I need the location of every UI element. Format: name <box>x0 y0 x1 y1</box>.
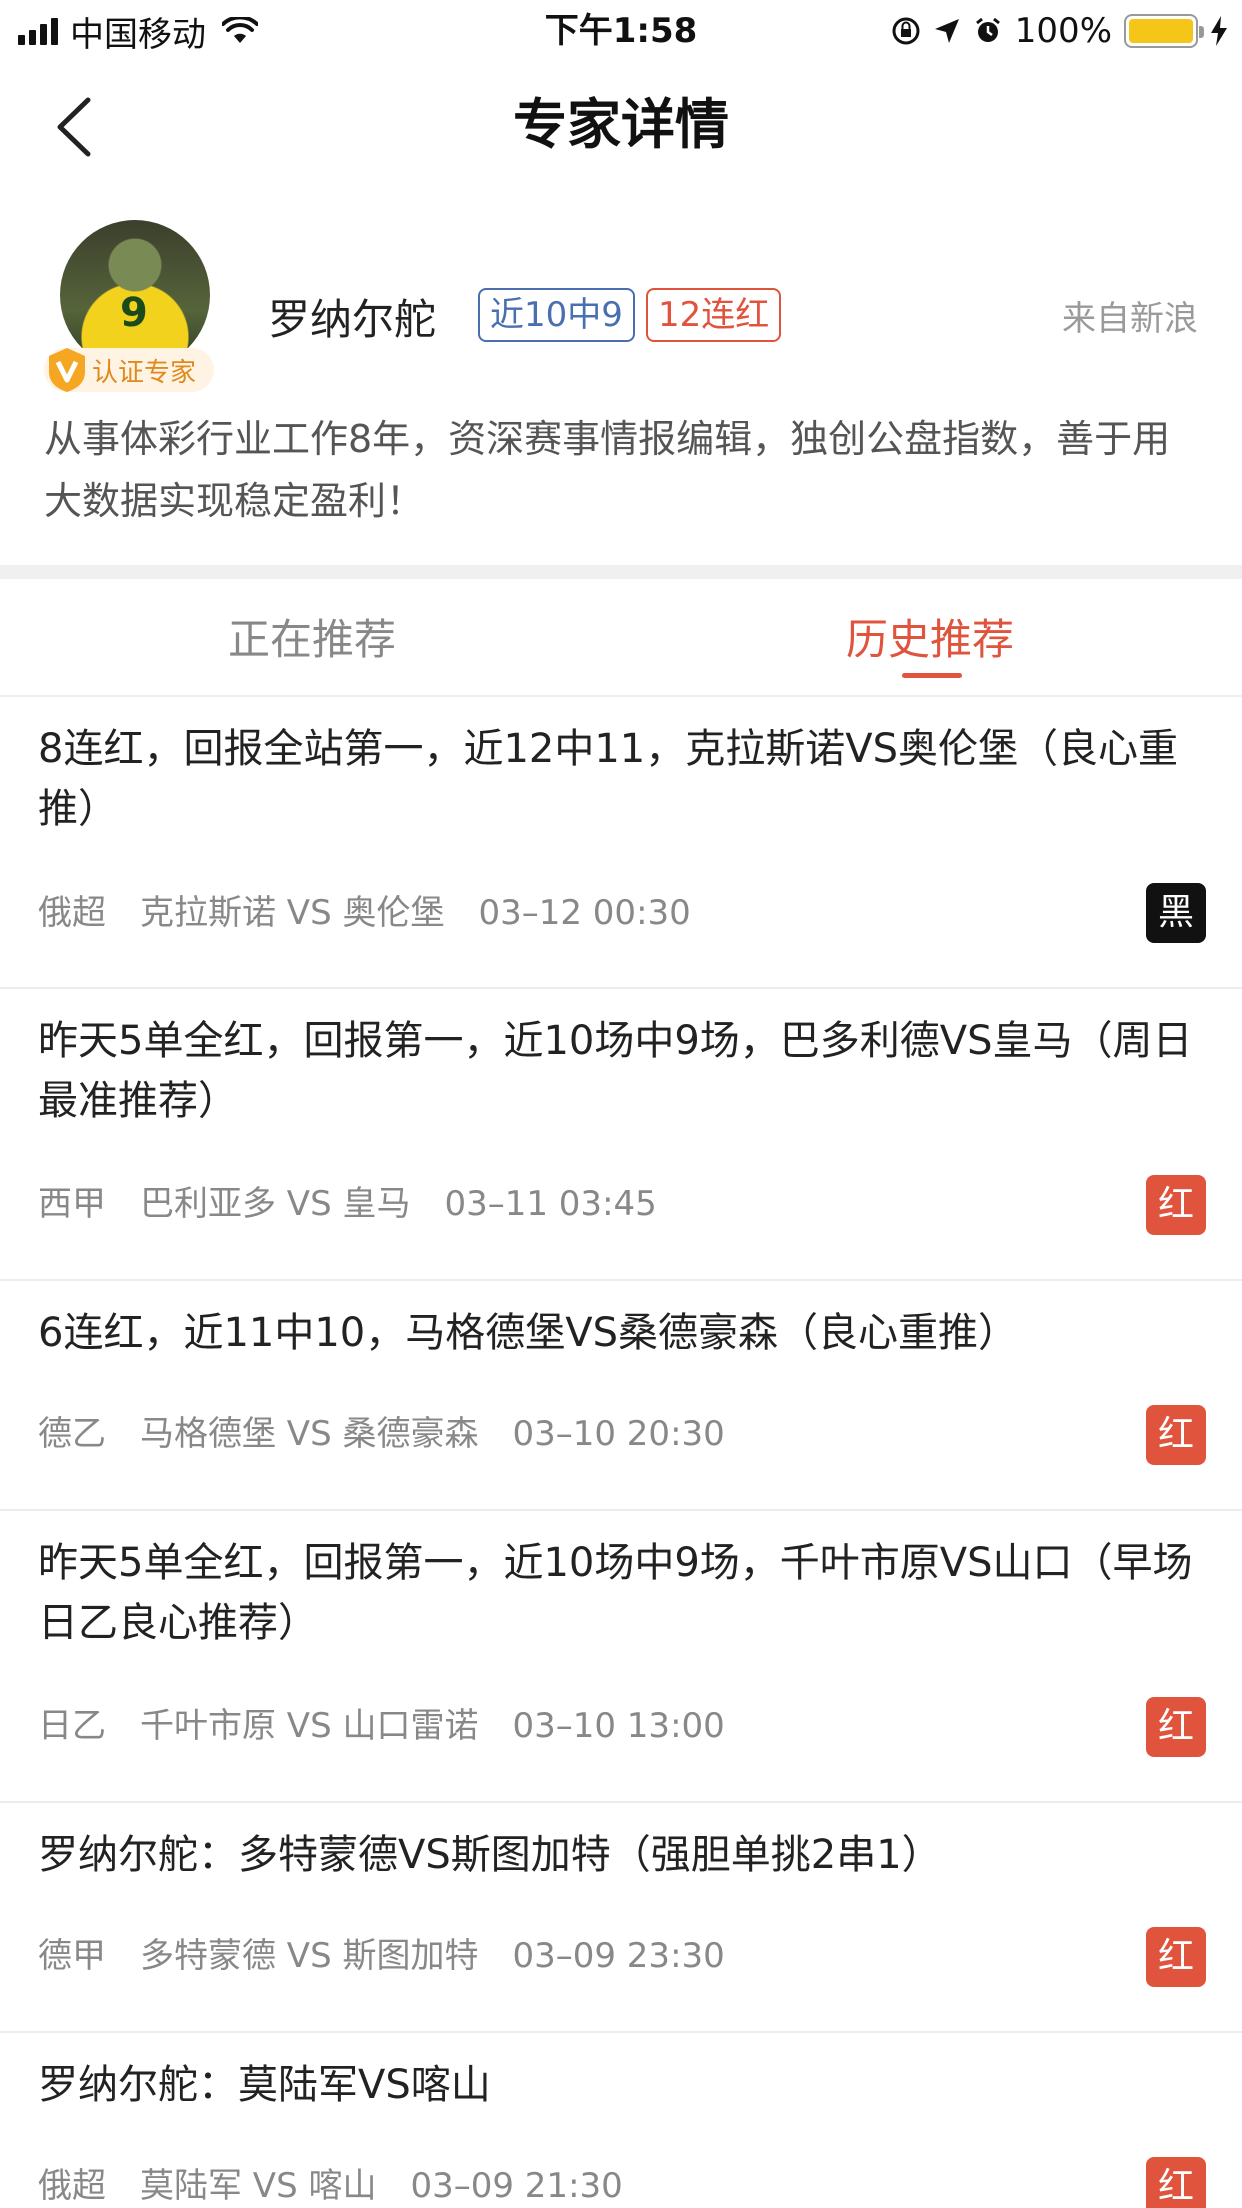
item-title: 8连红，回报全站第一，近12中11，克拉斯诺VS奥伦堡（良心重推） <box>38 726 1178 832</box>
item-match: 千叶市原 VS 山口雷诺 <box>140 1706 479 1746</box>
item-title: 昨天5单全红，回报第一，近10场中9场，巴多利德VS皇马（周日最准推荐） <box>38 1018 1193 1124</box>
item-match: 莫陆军 VS 喀山 <box>140 2166 377 2206</box>
item-match: 马格德堡 VS 桑德豪森 <box>140 1414 479 1454</box>
item-time: 03–09 21:30 <box>410 2166 623 2206</box>
hit-rate-tag: 近10中9 <box>478 288 635 342</box>
item-time: 03–11 03:45 <box>444 1184 657 1224</box>
item-match: 多特蒙德 VS 斯图加特 <box>140 1936 479 1976</box>
charging-bolt-icon <box>1211 16 1227 46</box>
battery-icon <box>1124 14 1204 48</box>
item-title: 6连红，近11中10，马格德堡VS桑德豪森（良心重推） <box>38 1310 1018 1356</box>
item-match: 克拉斯诺 VS 奥伦堡 <box>140 893 445 933</box>
item-title: 罗纳尔舵：莫陆军VS喀山 <box>38 2062 491 2108</box>
list-item[interactable]: 罗纳尔舵：多特蒙德VS斯图加特（强胆单挑2串1） 德甲 多特蒙德 VS 斯图加特 0… <box>0 1803 1242 2033</box>
item-meta: 俄超 克拉斯诺 VS 奥伦堡 03–12 00:30 <box>38 888 725 938</box>
item-meta: 德乙 马格德堡 VS 桑德豪森 03–10 20:30 <box>38 1409 759 1459</box>
list-item[interactable]: 6连红，近11中10，马格德堡VS桑德豪森（良心重推） 德乙 马格德堡 VS 桑德… <box>0 1281 1242 1511</box>
orientation-lock-icon <box>892 17 920 45</box>
page-title: 专家详情 <box>513 93 729 156</box>
result-badge: 红 <box>1146 1927 1206 1987</box>
tab-history-recommendations[interactable]: 历史推荐 <box>846 611 1014 669</box>
item-time: 03–10 20:30 <box>512 1414 725 1454</box>
certified-expert-badge: 认证专家 <box>44 348 215 392</box>
item-league: 日乙 <box>38 1706 106 1746</box>
result-badge: 红 <box>1146 2157 1206 2208</box>
item-league: 俄超 <box>38 893 106 933</box>
item-time: 03–10 13:00 <box>512 1706 725 1746</box>
source-label: 来自新浪 <box>1062 299 1198 339</box>
section-divider <box>0 565 1242 579</box>
location-icon <box>934 19 959 43</box>
item-league: 西甲 <box>38 1184 106 1224</box>
item-title: 昨天5单全红，回报第一，近10场中9场，千叶市原VS山口（早场日乙良心推荐） <box>38 1540 1193 1646</box>
list-item[interactable]: 8连红，回报全站第一，近12中11，克拉斯诺VS奥伦堡（良心重推） 俄超 克拉斯诺… <box>0 697 1242 989</box>
expert-name: 罗纳尔舵 <box>268 295 437 344</box>
alarm-icon <box>975 17 1000 42</box>
result-badge: 红 <box>1146 1405 1206 1465</box>
battery-percent: 100% <box>1014 11 1112 51</box>
list-item[interactable]: 昨天5单全红，回报第一，近10场中9场，千叶市原VS山口（早场日乙良心推荐） 日… <box>0 1511 1242 1803</box>
list-item[interactable]: 罗纳尔舵：莫陆军VS喀山 俄超 莫陆军 VS 喀山 03–09 21:30 红 <box>0 2033 1242 2208</box>
result-badge: 黑 <box>1146 883 1206 943</box>
avatar-jersey-number: 9 <box>120 290 148 336</box>
item-league: 德甲 <box>38 1936 106 1976</box>
status-right: 100% <box>891 8 1228 54</box>
item-meta: 日乙 千叶市原 VS 山口雷诺 03–10 13:00 <box>38 1701 759 1751</box>
streak-tag: 12连红 <box>646 288 782 342</box>
item-time: 03–12 00:30 <box>478 893 691 933</box>
recommendation-list: 8连红，回报全站第一，近12中11，克拉斯诺VS奥伦堡（良心重推） 俄超 克拉斯诺… <box>0 697 1242 2208</box>
item-meta: 德甲 多特蒙德 VS 斯图加特 03–09 23:30 <box>38 1931 759 1981</box>
expert-profile: 9 认证专家 罗纳尔舵 近10中9 12连红 来自新浪 从事体彩行业工作8年，资… <box>0 210 1242 565</box>
navigation-bar: 专家详情 <box>0 62 1242 192</box>
item-meta: 西甲 巴利亚多 VS 皇马 03–11 03:45 <box>38 1179 691 1229</box>
active-tab-indicator <box>902 673 962 678</box>
verified-v-icon <box>49 348 85 392</box>
tab-current-recommendations[interactable]: 正在推荐 <box>228 611 396 669</box>
item-match: 巴利亚多 VS 皇马 <box>140 1184 411 1224</box>
result-badge: 红 <box>1146 1175 1206 1235</box>
item-league: 俄超 <box>38 2166 106 2206</box>
avatar-wrap: 9 认证专家 <box>44 220 224 392</box>
status-bar: 中国移动 下午1:58 100% <box>0 0 1242 62</box>
certified-expert-label: 认证专家 <box>92 357 197 388</box>
result-badge: 红 <box>1146 1697 1206 1757</box>
expert-description: 从事体彩行业工作8年，资深赛事情报编辑，独创公盘指数，善于用大数据实现稳定盈利！ <box>44 417 1171 523</box>
list-item[interactable]: 昨天5单全红，回报第一，近10场中9场，巴多利德VS皇马（周日最准推荐） 西甲巴… <box>0 989 1242 1281</box>
item-time: 03–09 23:30 <box>512 1936 725 1976</box>
item-league: 德乙 <box>38 1414 106 1454</box>
item-title: 罗纳尔舵：多特蒙德VS斯图加特（强胆单挑2串1） <box>38 1832 942 1878</box>
item-meta: 俄超 莫陆军 VS 喀山 03–09 21:30 <box>38 2161 657 2208</box>
tab-bar: 正在推荐 历史推荐 <box>0 579 1242 697</box>
